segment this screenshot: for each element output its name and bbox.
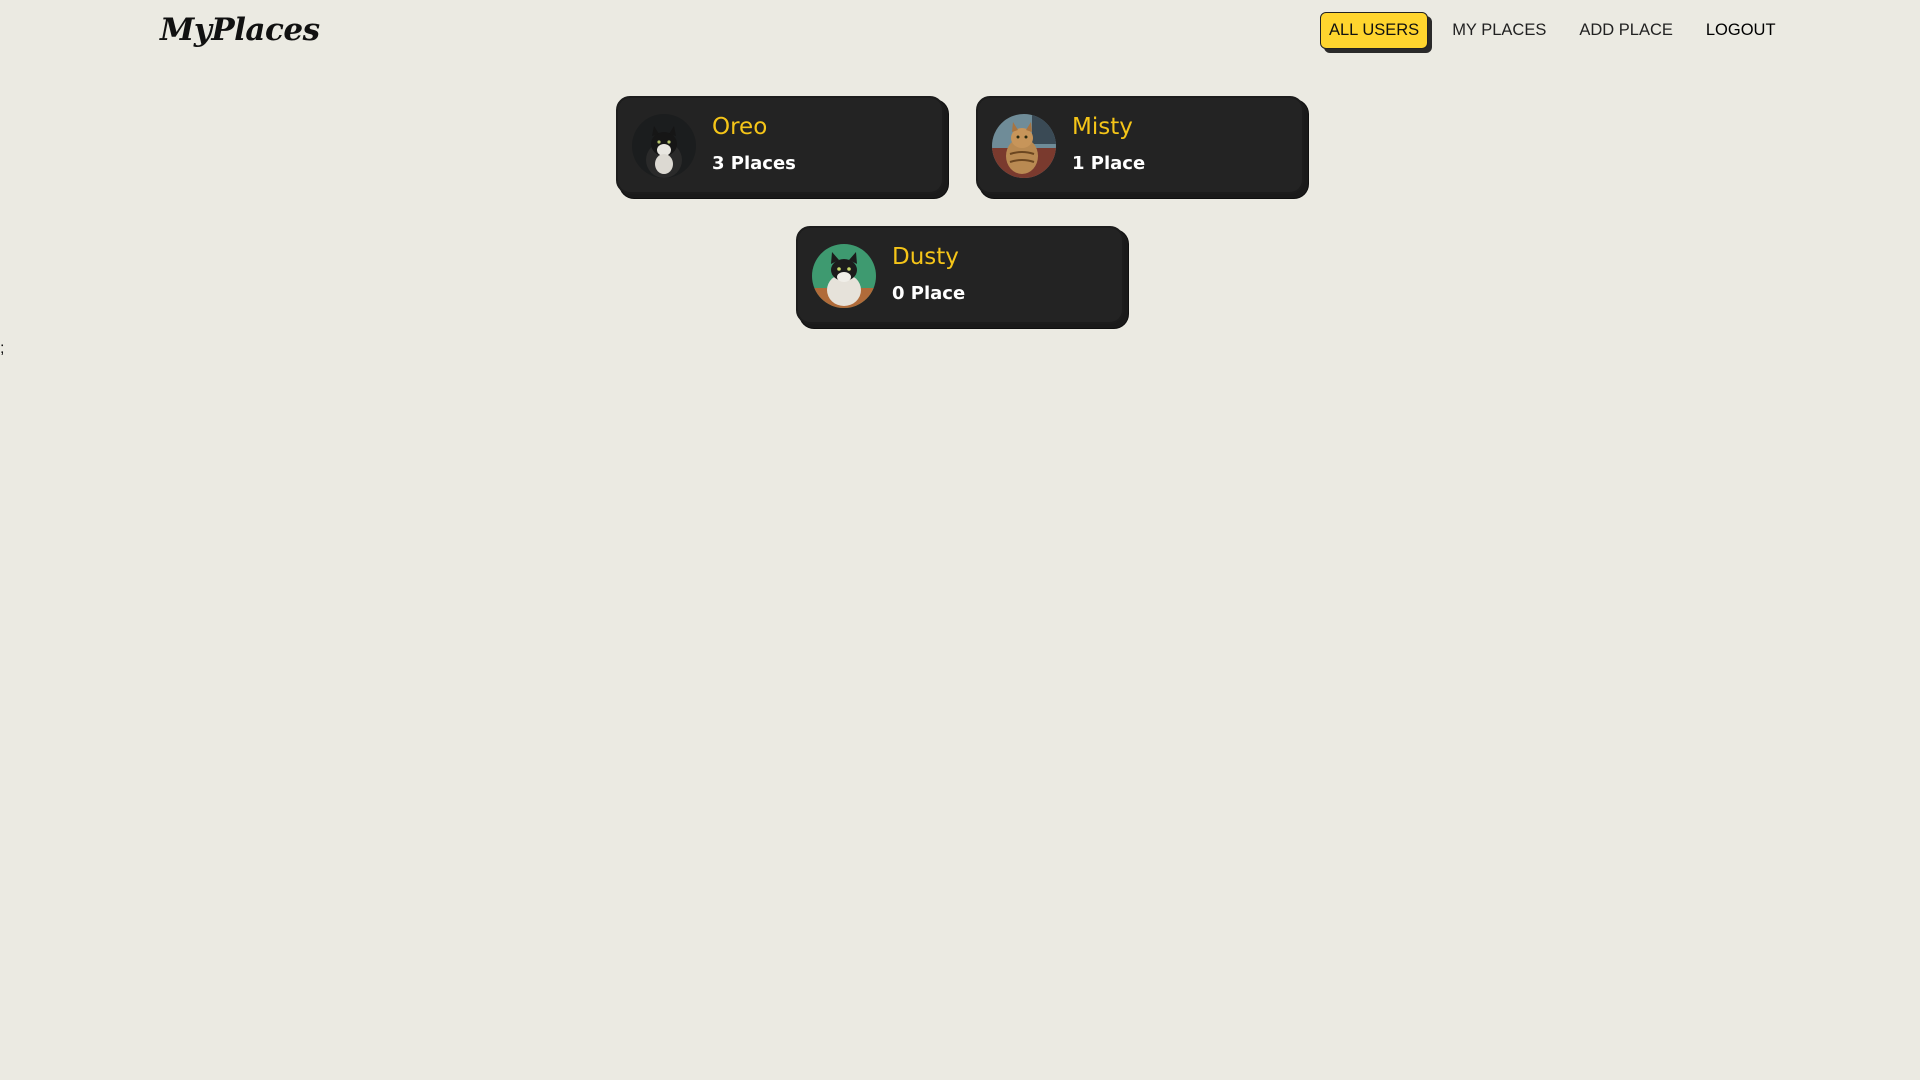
user-places-count: 0 Place (892, 283, 966, 304)
user-places-count: 3 Places (712, 153, 796, 174)
user-places-count: 1 Place (1072, 153, 1146, 174)
app-logo[interactable]: MyPlaces (160, 12, 320, 48)
user-card-misty[interactable]: Misty 1 Place (976, 96, 1304, 194)
main-navigation: ALL USERS MY PLACES ADD PLACE LOGOUT (1320, 12, 1800, 49)
tuxedo-cat-avatar (812, 244, 876, 308)
main-header: MyPlaces ALL USERS MY PLACES ADD PLACE L… (0, 0, 1920, 70)
user-name: Dusty (892, 244, 959, 270)
stray-text: ; (0, 340, 5, 357)
user-name: Oreo (712, 114, 768, 140)
nav-logout[interactable]: LOGOUT (1697, 13, 1785, 48)
nav-all-users[interactable]: ALL USERS (1320, 12, 1429, 49)
nav-my-places[interactable]: MY PLACES (1443, 13, 1555, 48)
tabby-cat-avatar (992, 114, 1056, 178)
nav-add-place[interactable]: ADD PLACE (1570, 13, 1682, 48)
user-card-dusty[interactable]: Dusty 0 Place (796, 226, 1124, 324)
user-card-oreo[interactable]: Oreo 3 Places (616, 96, 944, 194)
user-name: Misty (1072, 114, 1133, 140)
black-white-cat-avatar (632, 114, 696, 178)
